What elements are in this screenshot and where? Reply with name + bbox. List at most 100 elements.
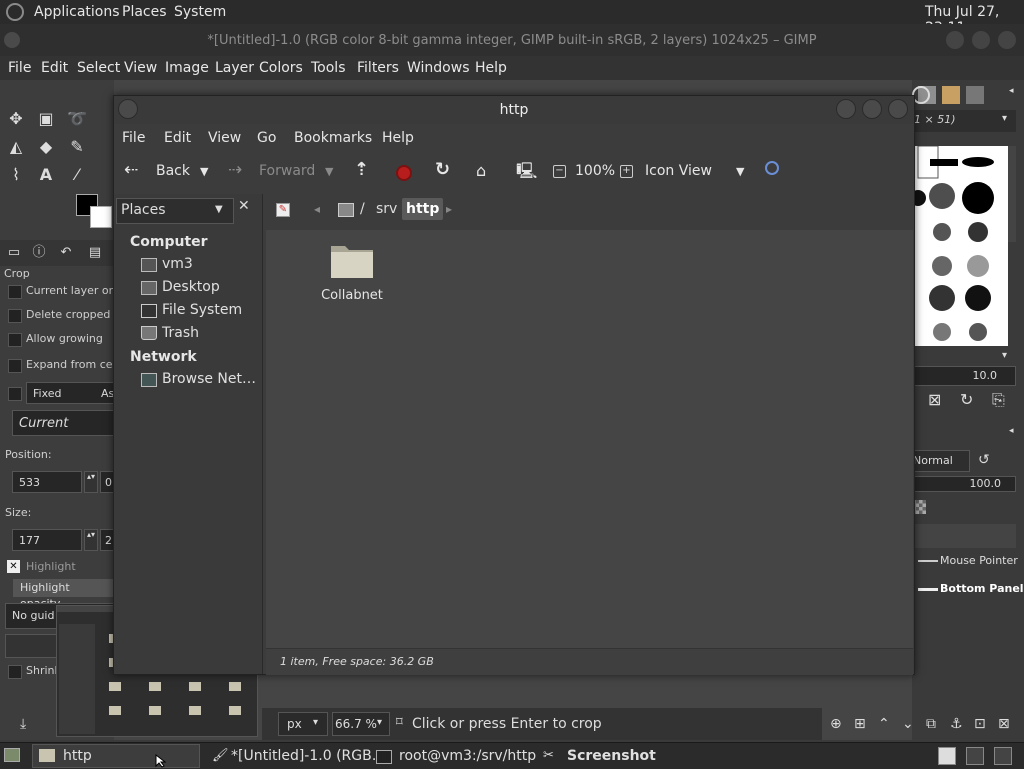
gimp-menu-file[interactable]: File <box>8 60 31 76</box>
shrink-merged-checkbox[interactable] <box>8 665 22 679</box>
fm-menu-bookmarks[interactable]: Bookmarks <box>294 130 372 146</box>
rect-select-tool-icon[interactable]: ▣ <box>35 108 57 130</box>
gimp-menu-help[interactable]: Help <box>475 60 507 76</box>
paint-tool-icon[interactable]: ◆ <box>35 136 57 158</box>
gimp-menu-colors[interactable]: Colors <box>259 60 303 76</box>
dock-menu-icon[interactable]: ◂ <box>1009 86 1021 98</box>
folder-item[interactable]: Collabnet <box>316 236 416 306</box>
fm-menu-file[interactable]: File <box>122 130 145 146</box>
size-w-stepper[interactable]: ▴▾ <box>84 529 98 551</box>
delete-cropped-checkbox[interactable] <box>8 309 22 323</box>
fm-titlebar[interactable]: http <box>114 96 914 124</box>
images-tab-icon[interactable]: ▤ <box>84 242 106 264</box>
expand-from-center-checkbox[interactable] <box>8 359 22 373</box>
current-value-field[interactable]: Current <box>12 410 114 436</box>
computer-icon[interactable]: 🖳 <box>516 160 537 187</box>
view-mode-dropdown-icon[interactable]: ▼ <box>736 165 744 178</box>
workspace-2[interactable] <box>966 747 984 765</box>
search-icon[interactable] <box>765 161 779 175</box>
path-scroll-left-icon[interactable]: ◂ <box>314 202 320 216</box>
new-layer-group-icon[interactable]: ⊞ <box>854 716 866 732</box>
gimp-menu-image[interactable]: Image <box>165 60 209 76</box>
layer-bottom-panel[interactable]: Bottom Panel <box>940 582 1024 595</box>
up-arrow-icon[interactable]: ⇡ <box>354 159 369 180</box>
fm-content[interactable]: Collabnet <box>266 230 913 648</box>
path-scroll-right-icon[interactable]: ▸ <box>446 202 452 216</box>
zoom-level[interactable]: 100% <box>575 163 615 179</box>
forward-history-dropdown-icon[interactable]: ▼ <box>325 165 333 178</box>
gimp-menu-edit[interactable]: Edit <box>41 60 68 76</box>
fm-menu-view[interactable]: View <box>208 130 241 146</box>
workspace-3[interactable] <box>994 747 1012 765</box>
color-picker-tool-icon[interactable]: ⁄ <box>66 164 88 186</box>
brush-spacing-field[interactable]: 10.0 <box>912 366 1016 386</box>
raise-layer-icon[interactable]: ⌃ <box>878 716 890 732</box>
fixed-checkbox[interactable] <box>8 387 22 401</box>
applications-menu[interactable]: Applications <box>34 4 120 20</box>
zoom-select[interactable]: 66.7 % ▾ <box>332 712 390 736</box>
forward-button[interactable]: Forward <box>259 163 315 179</box>
layer-mode-select[interactable]: Normal <box>912 450 970 472</box>
task-terminal[interactable]: root@vm3:/srv/http <box>399 748 536 764</box>
brush-dropdown-icon[interactable]: ▾ <box>1002 113 1007 124</box>
bucket-fill-tool-icon[interactable]: ◭ <box>5 136 27 158</box>
fixed-mode-select[interactable]: Fixed As <box>26 382 114 404</box>
highlight-checkbox[interactable]: ✕ <box>7 560 20 573</box>
gimp-close-button[interactable] <box>998 31 1016 49</box>
patterns-tab-icon[interactable] <box>942 86 960 104</box>
places-menu[interactable]: Places <box>122 4 167 20</box>
close-sidebar-icon[interactable]: ✕ <box>238 198 250 214</box>
gimp-menu-tools[interactable]: Tools <box>311 60 346 76</box>
gimp-menu-filters[interactable]: Filters <box>357 60 399 76</box>
workspace-1[interactable] <box>938 747 956 765</box>
lasso-tool-icon[interactable]: ➰ <box>66 108 88 130</box>
gimp-menu-layer[interactable]: Layer <box>215 60 254 76</box>
position-y-field[interactable]: 0 <box>100 471 114 493</box>
pencil-tool-icon[interactable]: ✎ <box>66 136 88 158</box>
fm-menu-go[interactable]: Go <box>257 130 276 146</box>
unit-select[interactable]: px ▾ <box>278 712 328 736</box>
sidebar-item-trash[interactable]: Trash <box>162 325 199 341</box>
current-layer-only-checkbox[interactable] <box>8 285 22 299</box>
brush-scroll-down-icon[interactable]: ▾ <box>1002 350 1007 361</box>
position-x-field[interactable]: 533 <box>12 471 82 493</box>
duplicate-layer-icon[interactable]: ⧉ <box>926 716 936 732</box>
fm-minimize-button[interactable] <box>836 99 856 119</box>
size-h-field[interactable]: 2 <box>100 529 114 551</box>
layers-dock-menu-icon[interactable]: ◂ <box>1009 426 1014 436</box>
save-options-icon[interactable]: ⤓ <box>20 716 26 732</box>
brush-grid[interactable] <box>910 145 1008 346</box>
sidebar-item-filesystem[interactable]: File System <box>162 302 242 318</box>
fm-close-button[interactable] <box>888 99 908 119</box>
layer-opacity-field[interactable]: 100.0 <box>912 476 1016 492</box>
allow-growing-checkbox[interactable] <box>8 333 22 347</box>
text-tool-icon[interactable]: A <box>35 164 57 186</box>
delete-brush-icon[interactable]: ⊠ <box>928 390 941 409</box>
sidebar-item-vm3[interactable]: vm3 <box>162 256 193 272</box>
gimp-menu-windows[interactable]: Windows <box>407 60 470 76</box>
sidebar-item-desktop[interactable]: Desktop <box>162 279 220 295</box>
mask-layer-icon[interactable]: ⊡ <box>974 716 986 732</box>
task-screenshot[interactable]: Screenshot <box>567 748 656 764</box>
crumb-http[interactable]: http <box>402 198 444 220</box>
lower-layer-icon[interactable]: ⌄ <box>902 716 914 732</box>
toggle-location-entry-icon[interactable]: ✎ <box>276 203 290 217</box>
move-tool-icon[interactable]: ✥ <box>5 108 27 130</box>
stop-icon[interactable] <box>396 165 412 181</box>
back-button[interactable]: Back <box>156 163 190 179</box>
new-layer-icon[interactable]: ⊕ <box>830 716 842 732</box>
back-history-dropdown-icon[interactable]: ▼ <box>200 165 208 178</box>
fm-maximize-button[interactable] <box>862 99 882 119</box>
crumb-root[interactable]: / <box>360 201 365 217</box>
reload-icon[interactable]: ↻ <box>435 159 450 180</box>
show-desktop-icon[interactable] <box>4 748 20 762</box>
distro-logo-icon[interactable] <box>6 3 24 21</box>
gimp-titlebar[interactable]: *[Untitled]-1.0 (RGB color 8-bit gamma i… <box>0 24 1024 58</box>
tool-options-tab-icon[interactable]: ▭ <box>3 242 25 264</box>
system-menu[interactable]: System <box>174 4 226 20</box>
size-w-field[interactable]: 177 <box>12 529 82 551</box>
home-folder-icon[interactable]: ⌂ <box>476 161 486 180</box>
device-status-tab-icon[interactable]: ⓘ <box>28 242 50 264</box>
crumb-srv[interactable]: srv <box>376 201 397 217</box>
path-tool-icon[interactable]: ⌇ <box>5 164 27 186</box>
